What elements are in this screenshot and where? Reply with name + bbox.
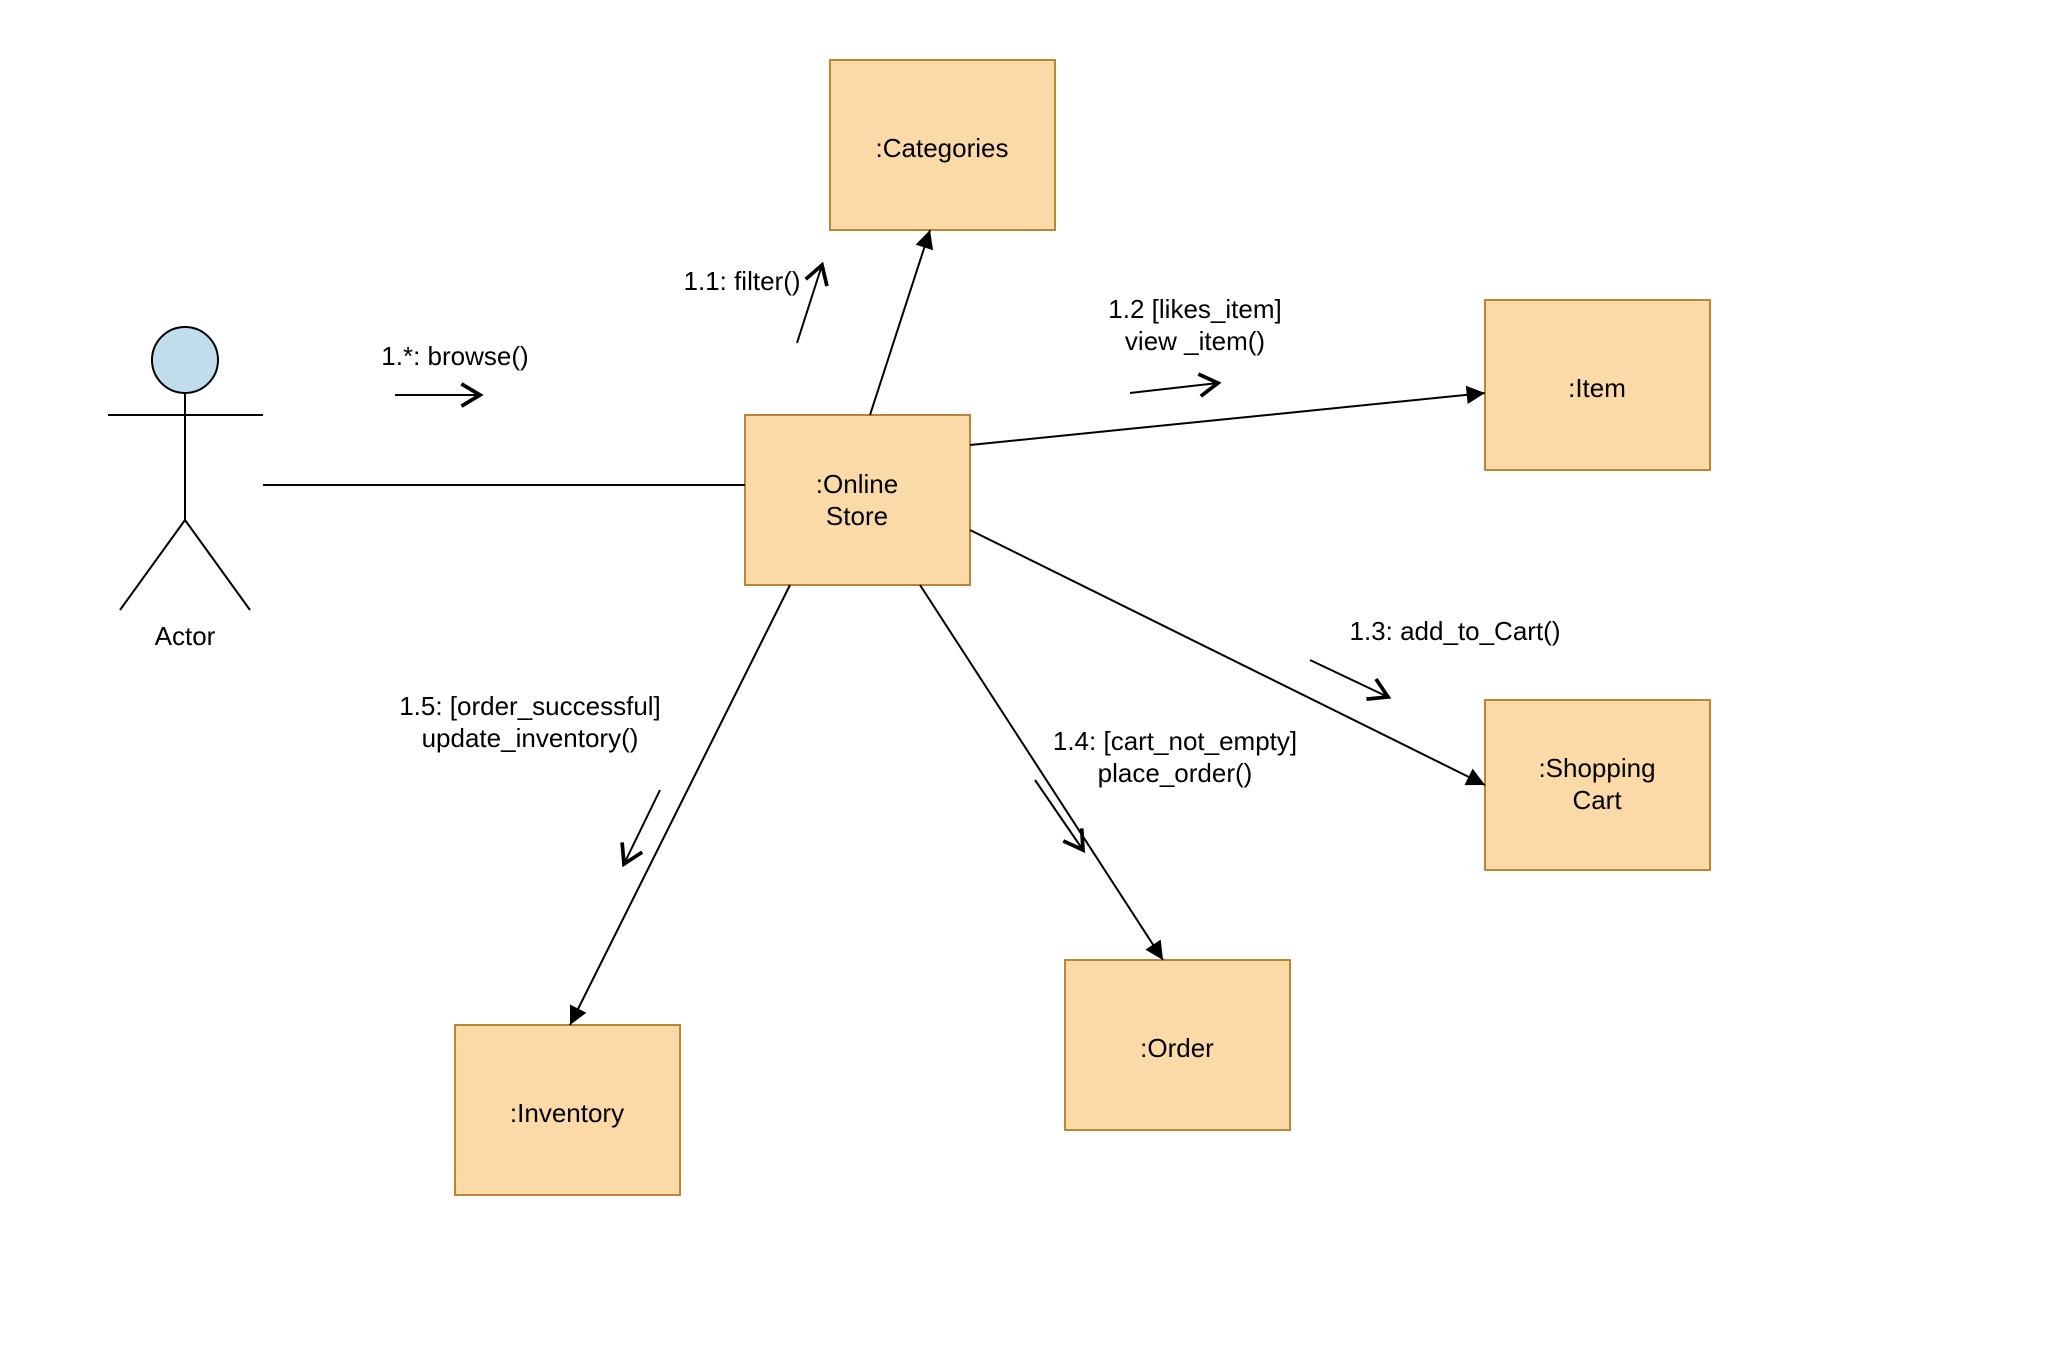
edge-view-item-label-2: view _item(): [1125, 326, 1265, 356]
edge-view-item: 1.2 [likes_item] view _item(): [970, 294, 1485, 445]
online-store-label-2: Store: [826, 501, 888, 531]
actor-label: Actor: [155, 621, 216, 651]
edge-update-inventory-label-1: 1.5: [order_successful]: [399, 691, 661, 721]
order-node: :Order: [1065, 960, 1290, 1130]
shopping-cart-label-2: Cart: [1572, 785, 1622, 815]
edge-place-order-label-1: 1.4: [cart_not_empty]: [1053, 726, 1297, 756]
online-store-node: :Online Store: [745, 415, 970, 585]
categories-label: :Categories: [876, 133, 1009, 163]
actor-figure: Actor: [108, 327, 263, 651]
order-label: :Order: [1140, 1033, 1214, 1063]
actor-head-icon: [152, 327, 218, 393]
online-store-label-1: :Online: [816, 469, 898, 499]
edge-place-order-label-2: place_order(): [1098, 758, 1253, 788]
edge-filter-label: 1.1: filter(): [683, 266, 800, 296]
edge-browse-label: 1.*: browse(): [381, 341, 528, 371]
inventory-node: :Inventory: [455, 1025, 680, 1195]
categories-node: :Categories: [830, 60, 1055, 230]
item-node: :Item: [1485, 300, 1710, 470]
collaboration-diagram: Actor :Online Store :Categories :Item :S…: [0, 0, 2048, 1365]
edge-update-inventory-label-2: update_inventory(): [422, 723, 639, 753]
edge-view-item-label-1: 1.2 [likes_item]: [1108, 294, 1281, 324]
shopping-cart-label-1: :Shopping: [1538, 753, 1655, 783]
edge-filter: 1.1: filter(): [683, 230, 930, 415]
edge-update-inventory: 1.5: [order_successful] update_inventory…: [399, 585, 790, 1025]
edge-place-order: 1.4: [cart_not_empty] place_order(): [920, 585, 1297, 960]
inventory-label: :Inventory: [510, 1098, 624, 1128]
item-label: :Item: [1568, 373, 1626, 403]
edge-add-to-cart-label: 1.3: add_to_Cart(): [1349, 616, 1560, 646]
shopping-cart-node: :Shopping Cart: [1485, 700, 1710, 870]
edge-browse: 1.*: browse(): [263, 341, 745, 485]
